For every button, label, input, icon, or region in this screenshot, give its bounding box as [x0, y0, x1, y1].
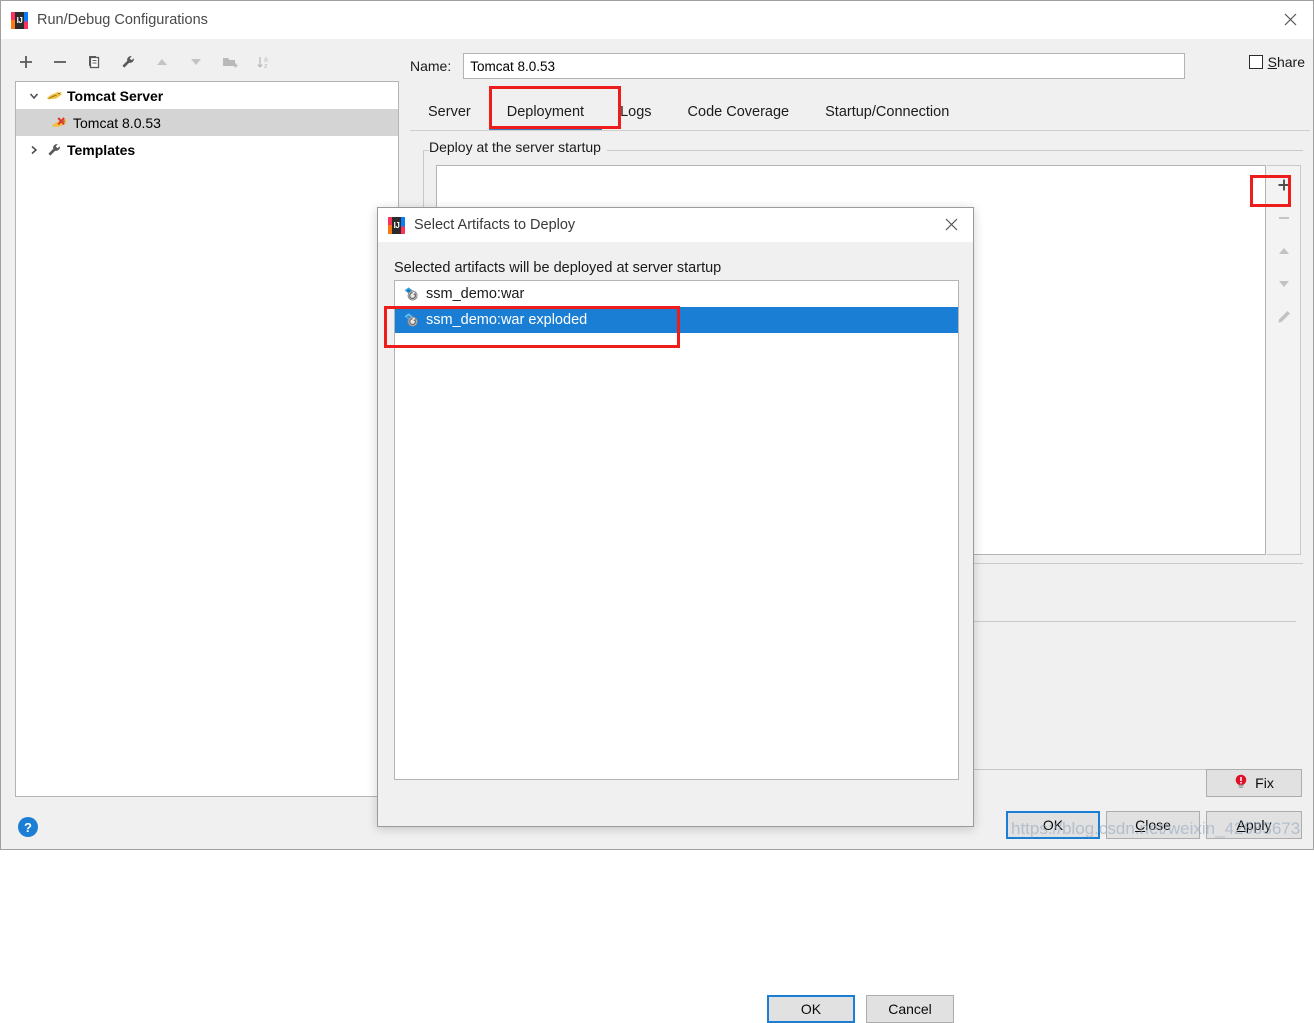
window-title-bar: IJ Run/Debug Configurations: [1, 1, 1313, 39]
add-configuration-button[interactable]: [9, 47, 43, 77]
chevron-down-icon[interactable]: [24, 86, 44, 106]
name-input[interactable]: [463, 53, 1186, 79]
move-artifact-down-button[interactable]: [1268, 267, 1300, 300]
tree-item-templates[interactable]: Templates: [16, 136, 398, 163]
artifacts-cancel-button[interactable]: Cancel: [866, 995, 954, 1023]
tab-label: Code Coverage: [687, 104, 790, 120]
move-up-button[interactable]: [145, 47, 179, 77]
tree-item-tomcat-server[interactable]: Tomcat Server: [16, 82, 398, 109]
tab-startup-connection[interactable]: Startup/Connection: [807, 93, 967, 131]
intellij-idea-logo-text: IJ: [393, 220, 400, 230]
close-icon[interactable]: [1267, 1, 1313, 38]
apply-mnemonic: A: [1236, 817, 1246, 833]
edit-artifact-button[interactable]: [1268, 300, 1300, 333]
fix-button[interactable]: Fix: [1206, 769, 1302, 797]
run-debug-configurations-window: IJ Run/Debug Configurations a z Tomcat S…: [0, 0, 1314, 1023]
close-icon[interactable]: [929, 208, 973, 241]
help-icon[interactable]: ?: [18, 817, 38, 837]
artifacts-list[interactable]: ssm_demo:war ssm_demo:war exploded: [394, 280, 959, 780]
artifact-icon: [401, 311, 421, 329]
intellij-idea-logo-text: IJ: [16, 15, 23, 25]
configuration-tabs: Server Deployment Logs Code Coverage Sta…: [410, 91, 1310, 131]
share-checkbox[interactable]: Share: [1248, 54, 1305, 70]
intellij-idea-logo-icon: IJ: [11, 11, 28, 29]
create-folder-button[interactable]: [213, 47, 247, 77]
tab-label: Logs: [620, 104, 652, 120]
fix-button-label: Fix: [1255, 775, 1274, 791]
copy-configuration-button[interactable]: [77, 47, 111, 77]
svg-text:z: z: [264, 63, 268, 70]
list-item-label: ssm_demo:war exploded: [426, 312, 588, 328]
move-down-button[interactable]: [179, 47, 213, 77]
list-item-label: ssm_demo:war: [426, 286, 525, 302]
sort-configurations-button[interactable]: a z: [247, 47, 281, 77]
select-artifacts-dialog: IJ Select Artifacts to Deploy Selected a…: [377, 207, 974, 1023]
tab-code-coverage[interactable]: Code Coverage: [670, 93, 808, 131]
share-checkbox-box[interactable]: [1248, 55, 1263, 69]
artifacts-cancel-label: Cancel: [888, 1001, 932, 1017]
ok-button-label: OK: [1042, 817, 1064, 833]
artifacts-ok-label: OK: [800, 1001, 822, 1017]
tree-item-label: Tomcat 8.0.53: [73, 114, 161, 131]
close-label-rest: lose: [1145, 817, 1171, 833]
tomcat-error-icon: [50, 114, 70, 132]
artifact-icon: [401, 285, 421, 303]
tab-label: Startup/Connection: [825, 104, 950, 120]
share-mnemonic: S: [1267, 54, 1277, 70]
list-item[interactable]: ssm_demo:war: [395, 281, 958, 307]
move-artifact-up-button[interactable]: [1268, 234, 1300, 267]
chevron-right-icon[interactable]: [24, 140, 44, 160]
apply-button[interactable]: Apply: [1206, 811, 1302, 839]
close-mnemonic: C: [1135, 817, 1146, 833]
name-label: Name:: [410, 58, 452, 74]
tree-item-label: Templates: [67, 141, 136, 158]
configurations-toolbar: a z: [9, 46, 399, 78]
close-button[interactable]: Close: [1106, 811, 1200, 839]
artifacts-hint-label: Selected artifacts will be deployed at s…: [394, 260, 722, 276]
deploy-group-title: Deploy at the server startup: [429, 139, 607, 155]
apply-label-rest: pply: [1245, 817, 1272, 833]
tab-bar-divider: [410, 130, 1310, 131]
edit-templates-button[interactable]: [111, 47, 145, 77]
share-label-rest: hare: [1276, 54, 1305, 70]
tab-logs[interactable]: Logs: [602, 93, 669, 131]
deployment-list-toolbar: [1267, 165, 1301, 555]
apply-button-label: Apply: [1236, 817, 1271, 833]
tomcat-icon: [44, 87, 64, 105]
tab-server[interactable]: Server: [410, 93, 489, 131]
tree-item-tomcat-8-0-53[interactable]: Tomcat 8.0.53: [16, 109, 398, 136]
remove-configuration-button[interactable]: [43, 47, 77, 77]
intellij-idea-logo-icon: IJ: [388, 216, 405, 234]
page-title: Run/Debug Configurations: [37, 12, 208, 28]
help-label: ?: [24, 819, 32, 835]
artifacts-ok-button[interactable]: OK: [767, 995, 855, 1023]
ok-button[interactable]: OK: [1006, 811, 1100, 839]
wrench-icon: [44, 141, 64, 159]
artifacts-dialog-title-bar: IJ Select Artifacts to Deploy: [378, 208, 973, 242]
close-button-label: Close: [1135, 817, 1171, 833]
add-artifact-button[interactable]: [1268, 168, 1300, 201]
tab-label: Server: [428, 104, 471, 120]
error-bulb-icon: [1234, 774, 1248, 793]
list-item[interactable]: ssm_demo:war exploded: [395, 307, 958, 333]
artifacts-dialog-title: Select Artifacts to Deploy: [414, 217, 576, 233]
tree-item-label: Tomcat Server: [67, 87, 164, 104]
remove-artifact-button[interactable]: [1268, 201, 1300, 234]
name-field-row: Name:: [410, 51, 1310, 81]
share-checkbox-label: Share: [1268, 54, 1305, 70]
configurations-tree[interactable]: Tomcat Server Tomcat 8.0.53 Templates: [15, 81, 399, 797]
tab-deployment[interactable]: Deployment: [488, 93, 603, 131]
tab-label: Deployment: [506, 104, 585, 120]
